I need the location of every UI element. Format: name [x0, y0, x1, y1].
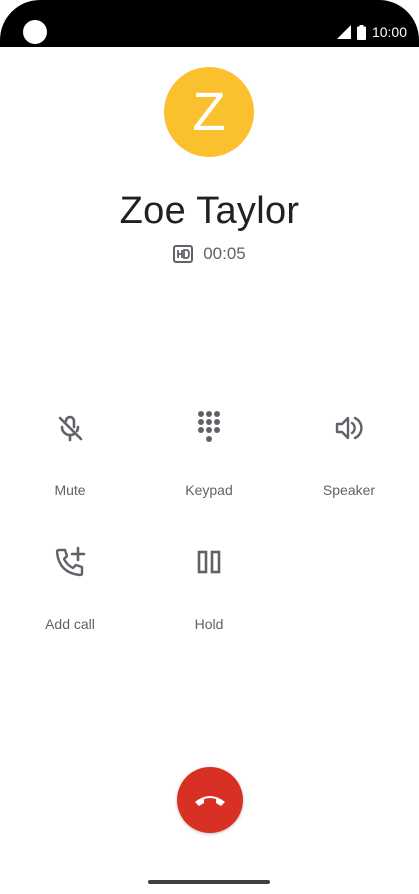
mic-off-icon	[52, 410, 88, 446]
call-meta: HD 00:05	[0, 244, 419, 264]
status-icons: 10:00	[336, 22, 407, 42]
add-call-button[interactable]: Add call	[10, 544, 130, 654]
speaker-button[interactable]: Speaker	[289, 410, 409, 520]
keypad-button[interactable]: Keypad	[149, 410, 269, 520]
battery-icon	[356, 24, 366, 40]
add-call-icon	[52, 544, 88, 580]
pause-icon	[191, 544, 227, 580]
end-call-button[interactable]	[177, 767, 243, 833]
signal-icon	[336, 25, 351, 39]
add-call-label: Add call	[45, 616, 95, 632]
contact-name: Zoe Taylor	[119, 190, 300, 232]
hold-button[interactable]: Hold	[149, 544, 269, 654]
speaker-label: Speaker	[322, 482, 376, 498]
volume-icon	[331, 410, 367, 446]
mute-label: Mute	[54, 482, 86, 498]
home-indicator[interactable]	[148, 880, 270, 884]
hd-icon: HD	[173, 245, 194, 263]
hold-label: Hold	[194, 616, 224, 632]
camera-cutout	[23, 20, 47, 44]
status-bar: 10:00	[0, 0, 419, 47]
contact-avatar: Z	[164, 67, 254, 157]
mute-button[interactable]: Mute	[10, 410, 130, 520]
status-time: 10:00	[371, 24, 407, 40]
dialpad-icon	[191, 410, 227, 446]
call-end-icon	[195, 796, 225, 806]
avatar-initial: Z	[192, 82, 226, 142]
keypad-label: Keypad	[185, 482, 233, 498]
call-duration: 00:05	[203, 244, 246, 263]
